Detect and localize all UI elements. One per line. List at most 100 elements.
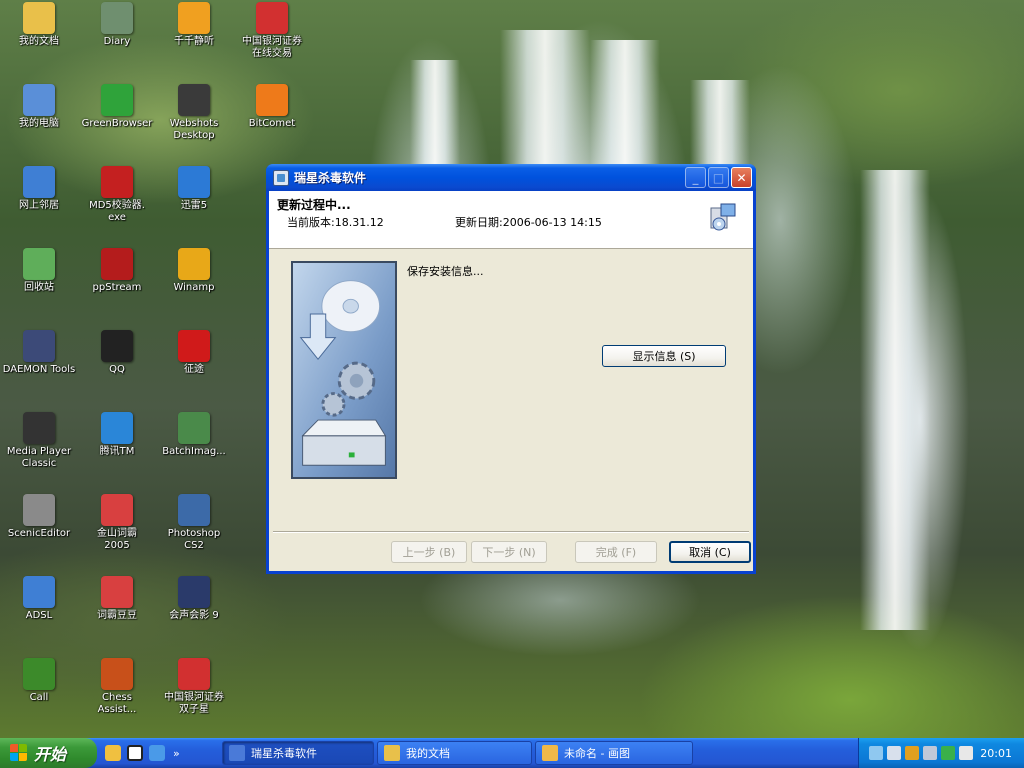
desktop-icon[interactable]: 腾讯TM [78,412,156,458]
desktop-icon-label: ScenicEditor [7,528,71,539]
tray-monitor-icon[interactable] [887,746,901,760]
desktop-icon-label: BitComet [248,118,296,129]
tray-network-icon[interactable] [869,746,883,760]
bitcomet-icon [256,84,288,116]
winamp-icon [178,248,210,280]
quick-launch-more-icon[interactable]: » [173,747,180,760]
taskbar-task-label: 未命名 - 画图 [564,747,630,760]
scenic-editor-icon [23,494,55,526]
photoshop-icon [178,494,210,526]
update-illustration [291,261,397,479]
greenbrowser-icon [101,84,133,116]
tray-rising-icon[interactable] [905,746,919,760]
desktop-icon[interactable]: BatchImag... [155,412,233,458]
current-version-label: 当前版本:18.31.12 [287,216,384,229]
zhengtu-icon [178,330,210,362]
desktop-icon-label: 金山词霸 2005 [97,528,137,551]
desktop-icon-label: ppStream [92,282,142,293]
desktop-icon[interactable]: Diary [78,2,156,48]
quick-launch-qq-icon[interactable] [127,745,143,761]
ttplayer-icon [178,2,210,34]
update-status-text: 保存安装信息... [407,265,484,278]
desktop-icon[interactable]: ScenicEditor [0,494,78,540]
start-button[interactable]: 开始 [0,738,97,768]
tray-speaker-icon[interactable] [923,746,937,760]
desktop-icon-label: Photoshop CS2 [167,528,221,551]
desktop-icon-label: MD5校验器. exe [89,200,145,223]
desktop-icon-label: 会声会影 9 [169,610,219,621]
desktop-icon[interactable]: 金山词霸 2005 [78,494,156,552]
desktop-icon[interactable]: 我的电脑 [0,84,78,130]
ppstream-icon [101,248,133,280]
dialog-body: 更新过程中... 当前版本:18.31.12 更新日期:2006-06-13 1… [269,191,753,571]
rising-antivirus-update-window: 瑞星杀毒软件 _ □ ✕ 更新过程中... 当前版本:18.31.12 更新日期… [266,164,756,574]
adsl-icon [23,576,55,608]
desktop-icon[interactable]: Photoshop CS2 [155,494,233,552]
desktop-icon-label: Webshots Desktop [169,118,219,141]
desktop-icon[interactable]: Winamp [155,248,233,294]
tencent-tm-icon [101,412,133,444]
galaxy-securities-icon [256,2,288,34]
desktop-icon[interactable]: DAEMON Tools [0,330,78,376]
desktop-icon-label: 腾讯TM [99,446,135,457]
desktop-icon[interactable]: BitComet [233,84,311,130]
desktop-icon[interactable]: MD5校验器. exe [78,166,156,224]
call-tree-icon [23,658,55,690]
finish-button[interactable]: 完成 (F) [575,541,657,563]
desktop-icon[interactable]: GreenBrowser [78,84,156,130]
back-button[interactable]: 上一步 (B) [391,541,467,563]
taskbar-task-button[interactable]: 瑞星杀毒软件 [222,741,374,765]
close-button[interactable]: ✕ [731,167,752,188]
maximize-button[interactable]: □ [708,167,729,188]
taskbar-task-button[interactable]: 未命名 - 画图 [535,741,693,765]
desktop-icon[interactable]: 千千静听 [155,2,233,48]
quick-launch: » [97,745,222,761]
folder-icon [384,745,400,761]
show-info-button[interactable]: 显示信息 (S) [602,345,726,367]
desktop-icon[interactable]: Media Player Classic [0,412,78,470]
batch-image-icon [178,412,210,444]
desktop-icon-label: 千千静听 [174,36,214,47]
update-setup-icon [710,203,736,231]
desktop-icon[interactable]: 网上邻居 [0,166,78,212]
rising-app-icon [273,169,289,186]
desktop-icon[interactable]: 我的文档 [0,2,78,48]
desktop-icon[interactable]: Webshots Desktop [155,84,233,142]
ciba-doudou-icon [101,576,133,608]
taskbar-task-label: 瑞星杀毒软件 [251,747,317,760]
desktop-icon-label: 中国银河证券 在线交易 [242,36,302,59]
desktop-icon[interactable]: 迅雷5 [155,166,233,212]
desktop-icon-label: GreenBrowser [81,118,153,129]
daemon-tools-icon [23,330,55,362]
desktop-icon[interactable]: QQ [78,330,156,376]
diary-icon [101,2,133,34]
desktop-icon[interactable]: 中国银河证券 在线交易 [233,2,311,60]
desktop-icon[interactable]: Call [0,658,78,704]
md5-checker-icon [101,166,133,198]
desktop-icon[interactable]: Chess Assist... [78,658,156,716]
desktop-icon-label: BatchImag... [162,446,226,457]
desktop-icon[interactable]: ppStream [78,248,156,294]
desktop-icon[interactable]: 征途 [155,330,233,376]
desktop-icon[interactable]: 回收站 [0,248,78,294]
next-button[interactable]: 下一步 (N) [471,541,547,563]
desktop-icon[interactable]: ADSL [0,576,78,622]
taskbar-task-button[interactable]: 我的文档 [377,741,532,765]
desktop-icon-label: Winamp [173,282,215,293]
windows-logo-icon [10,744,28,762]
desktop-icon[interactable]: 词霸豆豆 [78,576,156,622]
quick-launch-ie-icon[interactable] [149,745,165,761]
window-titlebar[interactable]: 瑞星杀毒软件 _ □ ✕ [266,164,756,191]
quick-launch-pencil-icon[interactable] [105,745,121,761]
start-label: 开始 [34,745,67,764]
clock[interactable]: 20:01 [980,747,1012,760]
minimize-button[interactable]: _ [685,167,706,188]
rising-icon [229,745,245,761]
cancel-button[interactable]: 取消 (C) [669,541,751,563]
desktop-icon[interactable]: 中国银河证券 双子星 [155,658,233,716]
tray-ime-icon[interactable] [959,746,973,760]
desktop-icon[interactable]: 会声会影 9 [155,576,233,622]
tray-umbrella-icon[interactable] [941,746,955,760]
network-places-icon [23,166,55,198]
dialog-header: 更新过程中... 当前版本:18.31.12 更新日期:2006-06-13 1… [269,191,753,249]
